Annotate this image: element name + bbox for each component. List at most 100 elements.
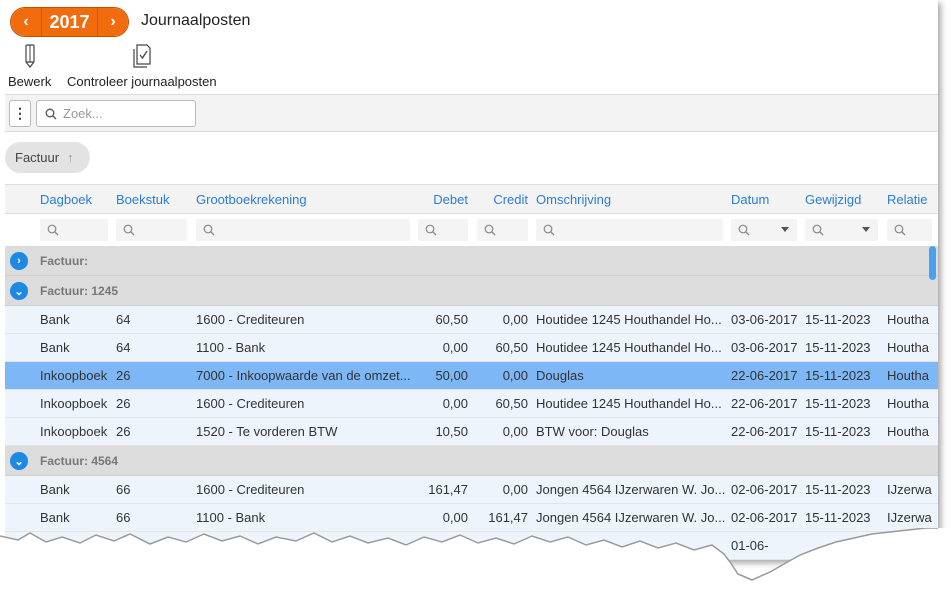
cell-gewijzigd: 15-11-2023 (805, 368, 871, 383)
filter-row (5, 214, 938, 246)
cell-debet: 0,00 (442, 510, 468, 525)
cell-relatie: Houtha (887, 396, 929, 411)
cell-boekstuk: 64 (116, 340, 131, 355)
cell-omschrijving: Jongen 4564 IJzerwaren W. Jo... (536, 482, 726, 497)
check-journal-entries-button[interactable]: Controleer journaalposten (67, 44, 217, 89)
cell-credit: 0,00 (502, 368, 528, 383)
filter-gewijzigd[interactable] (805, 219, 878, 241)
cell-gewijzigd: 15-11-2023 (805, 510, 871, 525)
search-icon (47, 224, 59, 236)
filter-datum[interactable] (731, 219, 797, 241)
cell-grootboekrekening: 1520 - Te vorderen BTW (196, 424, 338, 439)
search-icon (425, 224, 437, 236)
cell-boekstuk: 64 (116, 312, 131, 327)
next-year-button[interactable]: › (98, 8, 128, 36)
filter-debet[interactable] (418, 219, 468, 241)
column-header-gewijzigd[interactable]: Gewijzigd (805, 185, 883, 213)
cell-debet: 50,00 (435, 368, 468, 383)
cell-credit: 161,47 (488, 510, 528, 525)
cell-credit: 60,50 (495, 396, 528, 411)
cell-datum: 02-06-2017 (731, 510, 798, 525)
expand-group-icon[interactable]: › (10, 252, 28, 270)
cell-grootboekrekening: 1600 - Crediteuren (196, 482, 305, 497)
sort-ascending-icon[interactable]: ↑ (67, 150, 74, 165)
table-row-selected[interactable]: Inkoopboek 26 7000 - Inkoopwaarde van de… (5, 362, 938, 390)
edit-button-label: Bewerk (8, 74, 52, 89)
year-navigator: ‹ 2017 › (10, 7, 129, 37)
search-icon (203, 224, 215, 236)
search-toolbar: ⋮ (5, 94, 938, 132)
column-header-boekstuk[interactable]: Boekstuk (116, 185, 194, 213)
cell-relatie: Houtha (887, 424, 929, 439)
collapse-group-icon[interactable]: ⌄ (10, 282, 28, 300)
search-input[interactable] (63, 106, 183, 121)
cell-datum: 22-06-2017 (731, 396, 798, 411)
more-options-button[interactable]: ⋮ (9, 100, 31, 127)
cell-grootboekrekening: 7000 - Inkoopwaarde van de omzet... (196, 368, 411, 383)
group-row[interactable]: ⌄ Factuur: 4564 (5, 446, 938, 476)
cell-dagboek: Inkoopboek (40, 396, 108, 411)
cell-relatie: IJzerwa (887, 510, 932, 525)
search-icon (812, 224, 824, 236)
column-header-grootboekrekening[interactable]: Grootboekrekening (196, 185, 396, 213)
group-row[interactable]: › Factuur: (5, 246, 938, 276)
grid-header: Dagboek Boekstuk Grootboekrekening Debet… (5, 184, 938, 214)
group-by-chip[interactable]: Factuur ↑ (5, 142, 90, 173)
cell-credit: 60,50 (495, 340, 528, 355)
edit-button[interactable]: Bewerk (8, 44, 51, 89)
year-label: 2017 (41, 8, 98, 36)
group-row[interactable]: ⌄ Factuur: 1245 (5, 276, 938, 306)
document-check-icon (133, 44, 151, 68)
filter-boekstuk[interactable] (116, 219, 187, 241)
search-field[interactable] (36, 100, 196, 127)
cell-debet: 60,50 (435, 312, 468, 327)
pencil-icon (25, 44, 35, 68)
cell-dagboek: Bank (40, 510, 70, 525)
filter-credit[interactable] (477, 219, 528, 241)
table-row[interactable]: Bank 66 1600 - Crediteuren 161,47 0,00 J… (5, 476, 938, 504)
cell-boekstuk: 26 (116, 368, 131, 383)
cell-dagboek: Bank (40, 312, 70, 327)
cell-omschrijving: Houtidee 1245 Houthandel Ho... (536, 340, 722, 355)
column-header-dagboek[interactable]: Dagboek (40, 185, 115, 213)
dropdown-arrow-icon[interactable] (862, 227, 870, 232)
column-header-credit[interactable]: Credit (473, 185, 528, 213)
filter-omschrijving[interactable] (536, 219, 723, 241)
table-row[interactable]: Bank 64 1600 - Crediteuren 60,50 0,00 Ho… (5, 306, 938, 334)
collapse-group-icon[interactable]: ⌄ (10, 452, 28, 470)
cell-omschrijving: Douglas (536, 368, 584, 383)
filter-grootboekrekening[interactable] (196, 219, 410, 241)
cell-gewijzigd: 15-11-2023 (805, 340, 871, 355)
cell-relatie: Houtha (887, 340, 929, 355)
cell-credit: 0,00 (502, 424, 528, 439)
column-header-debet[interactable]: Debet (415, 185, 468, 213)
group-label: Factuur: (40, 253, 88, 268)
cell-omschrijving: Jongen 4564 IJzerwaren W. Jo... (536, 510, 726, 525)
vertical-scrollbar[interactable] (929, 246, 936, 280)
column-header-datum[interactable]: Datum (731, 185, 801, 213)
cell-datum: 22-06-2017 (731, 424, 798, 439)
journal-entries-grid: Dagboek Boekstuk Grootboekrekening Debet… (5, 184, 938, 560)
cell-dagboek: Inkoopboek (40, 368, 108, 383)
group-label: Factuur: 1245 (40, 283, 119, 298)
table-row[interactable]: Inkoopboek 26 1600 - Crediteuren 0,00 60… (5, 390, 938, 418)
cell-relatie: Houtha (887, 312, 929, 327)
filter-relatie[interactable] (887, 219, 932, 241)
previous-year-button[interactable]: ‹ (11, 8, 41, 36)
cell-dagboek: Inkoopboek (40, 424, 108, 439)
cell-grootboekrekening: 1600 - Crediteuren (196, 312, 305, 327)
cell-omschrijving: BTW voor: Douglas (536, 424, 649, 439)
cell-gewijzigd: 15-11-2023 (805, 396, 871, 411)
cell-grootboekrekening: 1600 - Crediteuren (196, 396, 305, 411)
filter-dagboek[interactable] (40, 219, 108, 241)
column-header-relatie[interactable]: Relatie (887, 185, 937, 213)
group-by-label: Factuur (15, 150, 60, 165)
cell-boekstuk: 26 (116, 424, 131, 439)
cell-relatie: Houtha (887, 368, 929, 383)
column-header-omschrijving[interactable]: Omschrijving (536, 185, 726, 213)
cell-omschrijving: Houtidee 1245 Houthandel Ho... (536, 396, 722, 411)
search-icon (123, 224, 135, 236)
dropdown-arrow-icon[interactable] (781, 227, 789, 232)
table-row[interactable]: Bank 64 1100 - Bank 0,00 60,50 Houtidee … (5, 334, 938, 362)
table-row[interactable]: Inkoopboek 26 1520 - Te vorderen BTW 10,… (5, 418, 938, 446)
